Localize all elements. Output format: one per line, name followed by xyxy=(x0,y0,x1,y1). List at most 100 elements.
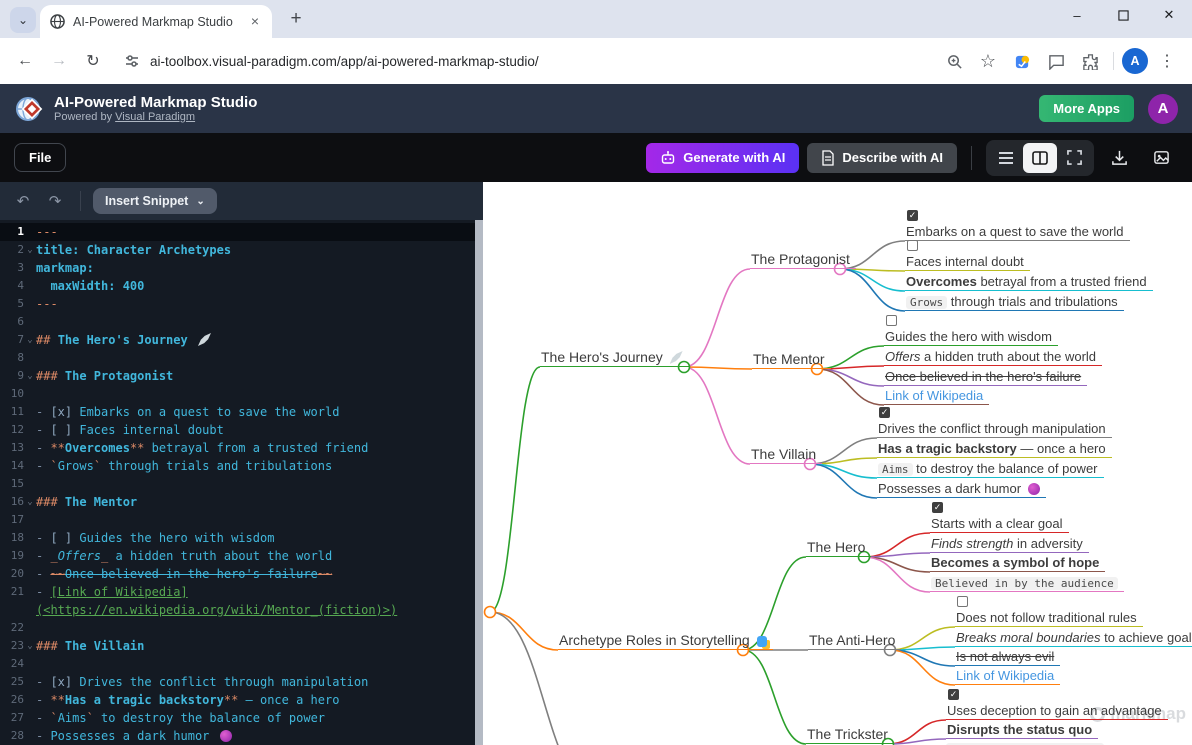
undo-icon[interactable]: ↶ xyxy=(10,192,36,210)
code-line[interactable]: 3markmap: xyxy=(0,259,475,277)
split-view-button[interactable] xyxy=(1023,143,1057,173)
line-number: 27 xyxy=(0,709,24,727)
fullscreen-view-button[interactable] xyxy=(1057,143,1091,173)
code-line[interactable]: 14- `Grows` through trials and tribulati… xyxy=(0,457,475,475)
tab-close-icon[interactable]: × xyxy=(246,13,264,31)
bookmark-star-icon[interactable]: ☆ xyxy=(973,46,1003,76)
code-line[interactable]: 24 xyxy=(0,655,475,673)
mindmap-leaf-node: ✓Embarks on a quest to save the world xyxy=(905,209,1130,241)
window-close-button[interactable]: ✕ xyxy=(1146,0,1192,30)
redo-icon[interactable]: ↷ xyxy=(42,192,68,210)
node-circle[interactable] xyxy=(485,607,496,618)
code-text: - `Aims` to destroy the balance of power xyxy=(36,709,325,727)
code-line[interactable]: 2⌄title: Character Archetypes xyxy=(0,241,475,259)
back-icon[interactable]: ← xyxy=(10,46,40,76)
address-bar[interactable]: ai-toolbox.visual-paradigm.com/app/ai-po… xyxy=(112,53,935,69)
code-line[interactable]: 12- [ ] Faces internal doubt xyxy=(0,421,475,439)
tab-list-chevron-icon[interactable]: ⌄ xyxy=(10,7,36,33)
line-number: 20 xyxy=(0,565,24,583)
window-maximize-button[interactable] xyxy=(1100,0,1146,30)
comment-icon[interactable] xyxy=(1041,46,1071,76)
new-tab-button[interactable]: + xyxy=(284,8,308,30)
fold-arrow-icon[interactable]: ⌄ xyxy=(24,331,36,349)
code-line[interactable]: 8 xyxy=(0,349,475,367)
mindmap-branch-node[interactable]: The Villain xyxy=(750,446,822,464)
code-line[interactable]: 10 xyxy=(0,385,475,403)
line-number xyxy=(0,601,24,619)
browser-profile-avatar[interactable]: A xyxy=(1122,48,1148,74)
mindmap-branch-node[interactable]: The Anti-Hero xyxy=(808,632,901,650)
code-line[interactable]: 17 xyxy=(0,511,475,529)
download-button[interactable] xyxy=(1102,143,1136,173)
more-apps-button[interactable]: More Apps xyxy=(1039,95,1134,122)
file-menu-button[interactable]: File xyxy=(14,143,66,172)
mindmap-branch-node[interactable]: The Hero's Journey xyxy=(540,349,689,367)
site-settings-icon[interactable] xyxy=(124,53,140,69)
menu-kebab-icon[interactable]: ⋮ xyxy=(1152,46,1182,76)
app-user-avatar[interactable]: A xyxy=(1148,94,1178,124)
checkbox-checked[interactable]: ✓ xyxy=(932,502,943,513)
line-number: 1 xyxy=(0,223,24,241)
code-line[interactable]: 20- ~~Once believed in the hero's failur… xyxy=(0,565,475,583)
line-number: 8 xyxy=(0,349,24,367)
code-line[interactable]: 4 maxWidth: 400 xyxy=(0,277,475,295)
code-line[interactable]: 9⌄### The Protagonist xyxy=(0,367,475,385)
code-line[interactable]: 28- Possesses a dark humor xyxy=(0,727,475,745)
code-line[interactable]: 18- [ ] Guides the hero with wisdom xyxy=(0,529,475,547)
fold-arrow-icon[interactable]: ⌄ xyxy=(24,637,36,655)
mindmap-leaf-node: Becomes a symbol of hope xyxy=(930,555,1105,572)
code-line[interactable]: 25- [x] Drives the conflict through mani… xyxy=(0,673,475,691)
reload-icon[interactable]: ↻ xyxy=(78,46,108,76)
checkbox-unchecked[interactable] xyxy=(886,315,897,326)
visual-paradigm-link[interactable]: Visual Paradigm xyxy=(115,111,195,123)
gutter-spacer xyxy=(24,223,36,241)
describe-with-ai-button[interactable]: Describe with AI xyxy=(807,143,957,173)
code-text: - Possesses a dark humor xyxy=(36,727,232,745)
checkbox-checked[interactable]: ✓ xyxy=(907,210,918,221)
extensions-puzzle-icon[interactable] xyxy=(1075,46,1105,76)
window-minimize-button[interactable]: – xyxy=(1054,0,1100,30)
editor-only-view-button[interactable] xyxy=(989,143,1023,173)
mindmap-branch-node[interactable]: The Mentor xyxy=(752,351,831,369)
view-toggle-group xyxy=(986,140,1094,176)
mindmap-branch-node[interactable]: The Trickster xyxy=(806,726,894,744)
checkbox-unchecked[interactable] xyxy=(907,240,918,251)
code-editor[interactable]: 1---2⌄title: Character Archetypes3markma… xyxy=(0,220,475,745)
code-line[interactable]: 1--- xyxy=(0,223,475,241)
insert-snippet-button[interactable]: Insert Snippet ⌄ xyxy=(93,188,217,214)
fold-arrow-icon[interactable]: ⌄ xyxy=(24,493,36,511)
code-line[interactable]: 5--- xyxy=(0,295,475,313)
code-line[interactable]: 13- **Overcomes** betrayal from a truste… xyxy=(0,439,475,457)
mindmap-branch-node[interactable]: The Hero xyxy=(806,539,871,557)
checkbox-checked[interactable]: ✓ xyxy=(948,689,959,700)
code-text: ### The Protagonist xyxy=(36,367,173,385)
pane-resizer[interactable] xyxy=(475,220,483,745)
zoom-icon[interactable] xyxy=(939,46,969,76)
mindmap-canvas[interactable]: markmap The Hero's Journey Archetype Rol… xyxy=(483,182,1192,745)
fold-arrow-icon[interactable]: ⌄ xyxy=(24,367,36,385)
code-line[interactable]: 23⌄### The Villain xyxy=(0,637,475,655)
code-line[interactable]: 15 xyxy=(0,475,475,493)
code-line[interactable]: 27 - `Aims` to destroy the balance of pow… xyxy=(0,709,475,727)
code-line[interactable]: 6 xyxy=(0,313,475,331)
code-line[interactable]: 26- **Has a tragic backstory** — once a … xyxy=(0,691,475,709)
code-line[interactable]: 21- [Link of Wikipedia] xyxy=(0,583,475,601)
code-line[interactable]: (<https://en.wikipedia.org/wiki/Mentor_(… xyxy=(0,601,475,619)
extension-colored-icon[interactable] xyxy=(1007,46,1037,76)
code-line[interactable]: 22 xyxy=(0,619,475,637)
code-line[interactable]: 19- _Offers_ a hidden truth about the wo… xyxy=(0,547,475,565)
code-line[interactable]: 11- [x] Embarks on a quest to save the w… xyxy=(0,403,475,421)
mindmap-branch-node[interactable]: Archetype Roles in Storytelling xyxy=(558,632,773,650)
generate-with-ai-button[interactable]: Generate with AI xyxy=(646,143,799,173)
code-line[interactable]: 16⌄### The Mentor xyxy=(0,493,475,511)
checkbox-unchecked[interactable] xyxy=(957,596,968,607)
checkbox-checked[interactable]: ✓ xyxy=(879,407,890,418)
code-line[interactable]: 7⌄## The Hero's Journey xyxy=(0,331,475,349)
mindmap-branch-node[interactable]: The Protagonist xyxy=(750,251,856,269)
url-text[interactable]: ai-toolbox.visual-paradigm.com/app/ai-po… xyxy=(150,54,539,69)
gutter-spacer xyxy=(24,421,36,439)
fold-arrow-icon[interactable]: ⌄ xyxy=(24,241,36,259)
forward-icon[interactable]: → xyxy=(44,46,74,76)
browser-tab[interactable]: AI-Powered Markmap Studio × xyxy=(40,5,272,38)
export-image-button[interactable] xyxy=(1144,143,1178,173)
